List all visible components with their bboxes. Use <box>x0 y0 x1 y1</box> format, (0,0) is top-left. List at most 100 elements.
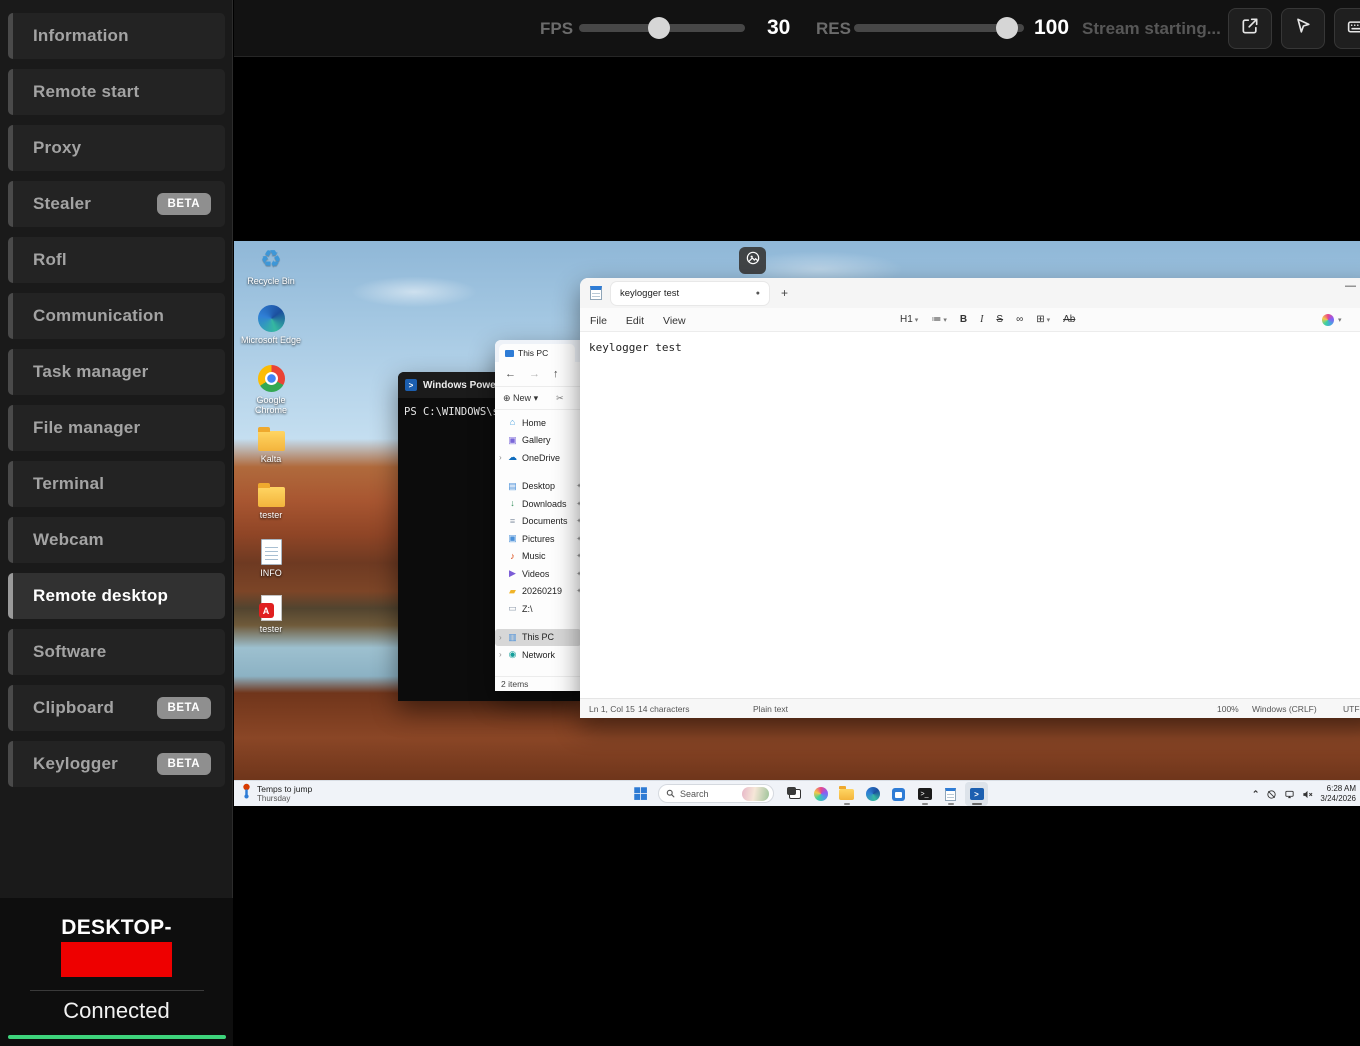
explorer-nav-onedrive[interactable]: ›☁OneDrive <box>495 449 587 467</box>
tray-chevron-up-icon[interactable]: ⌃ <box>1252 789 1260 800</box>
system-tray: ⌃ 6:28 AM 3/24/2026 <box>1252 781 1356 806</box>
new-tab-button[interactable]: + <box>781 286 788 300</box>
link-icon[interactable]: ∞ <box>1016 314 1023 325</box>
taskbar-notepad-button[interactable] <box>939 782 962 806</box>
sidebar-item-software[interactable]: Software <box>8 629 225 675</box>
explorer-nav-20260219[interactable]: ▰20260219✦ <box>495 583 587 601</box>
sidebar-item-file-manager[interactable]: File manager <box>8 405 225 451</box>
explorer-nav-music[interactable]: ♪Music✦ <box>495 548 587 566</box>
bold-icon[interactable]: B <box>960 314 967 325</box>
explorer-nav-label: OneDrive <box>522 453 560 463</box>
desktop-icon-tester[interactable]: tester <box>240 595 302 634</box>
up-icon[interactable]: ↑ <box>553 368 559 380</box>
explorer-nav-desktop[interactable]: ▤Desktop✦ <box>495 478 587 496</box>
start-button[interactable] <box>633 786 648 806</box>
volume-muted-icon[interactable] <box>1302 789 1313 800</box>
sidebar-item-label: Webcam <box>33 530 104 550</box>
zoom-level[interactable]: 100% <box>1217 704 1239 714</box>
explorer-tab-thispc[interactable]: This PC <box>499 344 575 362</box>
taskbar-explorer-button[interactable] <box>835 782 858 806</box>
sidebar-item-stealer[interactable]: StealerBETA <box>8 181 225 227</box>
desktop-icon-kalta[interactable]: Kalta <box>240 425 302 464</box>
clear-format-icon[interactable]: Ab <box>1063 314 1075 325</box>
remote-desktop-stream[interactable]: ♻Recycle Bin Microsoft Edge Google Chrome K… <box>234 241 1360 806</box>
taskbar-app-icons: >_ > <box>783 782 988 806</box>
desktop-icon-info[interactable]: INFO <box>240 539 302 578</box>
strikethrough-icon[interactable]: S <box>996 314 1003 325</box>
fps-value: 30 <box>767 16 790 40</box>
sidebar-item-keylogger[interactable]: KeyloggerBETA <box>8 741 225 787</box>
taskbar-copilot-button[interactable] <box>809 782 832 806</box>
menu-view[interactable]: View <box>663 315 686 327</box>
sidebar-item-task-manager[interactable]: Task manager <box>8 349 225 395</box>
chevron-down-icon: ▾ <box>1338 316 1342 324</box>
explorer-nav-pictures[interactable]: ▣Pictures✦ <box>495 530 587 548</box>
search-placeholder: Search <box>680 789 709 799</box>
desktop-icon-label: Kalta <box>261 454 282 464</box>
italic-icon[interactable]: I <box>980 314 983 325</box>
menu-file[interactable]: File <box>590 315 607 327</box>
sidebar-item-rofl[interactable]: Rofl <box>8 237 225 283</box>
res-slider[interactable] <box>854 24 1024 32</box>
fps-slider-thumb[interactable] <box>648 17 670 39</box>
display-tray-icon[interactable] <box>1284 789 1295 800</box>
videos-icon: ▶ <box>507 569 518 578</box>
taskbar-taskview-button[interactable] <box>783 782 806 806</box>
explorer-nav-documents[interactable]: ≡Documents✦ <box>495 513 587 531</box>
desktop-icon-tester[interactable]: tester <box>240 481 302 520</box>
cursor-control-button[interactable] <box>1281 8 1325 49</box>
chevron-down-icon: ▾ <box>943 317 947 324</box>
explorer-nav-home[interactable]: ⌂Home <box>495 414 587 432</box>
notepad-tabbar[interactable]: keylogger test ● + — <box>580 278 1360 308</box>
heading-icon[interactable]: H1▾ <box>900 314 918 325</box>
sidebar-item-webcam[interactable]: Webcam <box>8 517 225 563</box>
sidebar-item-proxy[interactable]: Proxy <box>8 125 225 171</box>
sidebar-item-clipboard[interactable]: ClipboardBETA <box>8 685 225 731</box>
minimize-icon[interactable]: — <box>1345 280 1356 292</box>
taskbar-clock[interactable]: 6:28 AM 3/24/2026 <box>1320 784 1356 804</box>
powershell-icon: > <box>405 379 417 391</box>
keyboard-control-button[interactable] <box>1334 8 1360 49</box>
stream-toolbar: FPS 30 RES 100 Stream starting... <box>234 0 1360 57</box>
open-in-new-button[interactable] <box>1228 8 1272 49</box>
back-icon[interactable]: ← <box>505 368 516 380</box>
sidebar-item-information[interactable]: Information <box>8 13 225 59</box>
explorer-nav-network[interactable]: ›◉Network <box>495 646 587 664</box>
explorer-nav-gallery[interactable]: ▣Gallery <box>495 432 587 450</box>
list-icon[interactable]: ≔▾ <box>931 314 947 325</box>
forward-icon[interactable]: → <box>529 368 540 380</box>
weather-widget[interactable]: Temps to jump Thursday <box>241 783 312 804</box>
taskbar-store-button[interactable] <box>887 782 910 806</box>
notepad-tab[interactable]: keylogger test ● <box>611 282 769 305</box>
weather-headline: Temps to jump <box>257 784 312 794</box>
cut-icon[interactable]: ✂ <box>556 393 564 404</box>
menu-edit[interactable]: Edit <box>626 315 644 327</box>
open-in-new-icon <box>1240 16 1260 41</box>
res-slider-thumb[interactable] <box>996 17 1018 39</box>
table-icon[interactable]: ⊞▾ <box>1036 314 1050 325</box>
copilot-button[interactable]: ▾ <box>1322 314 1342 326</box>
desktop-icon-google-chrome[interactable]: Google Chrome <box>240 365 302 416</box>
new-button[interactable]: ⊕ New ▾ <box>503 393 538 404</box>
explorer-nav-downloads[interactable]: ↓Downloads✦ <box>495 495 587 513</box>
sidebar-item-label: Information <box>33 26 129 46</box>
taskbar-powershell-button[interactable]: > <box>965 782 988 806</box>
explorer-nav-videos[interactable]: ▶Videos✦ <box>495 565 587 583</box>
sidebar-item-remote-desktop[interactable]: Remote desktop <box>8 573 225 619</box>
sidebar-item-communication[interactable]: Communication <box>8 293 225 339</box>
notepad-editor[interactable]: keylogger test <box>580 332 1360 698</box>
network-disconnected-icon[interactable] <box>1266 789 1277 800</box>
explorer-statusbar: 2 items <box>495 676 587 691</box>
taskbar-search[interactable]: Search <box>658 784 774 803</box>
fps-slider[interactable] <box>579 24 745 32</box>
taskbar-terminal-button[interactable]: >_ <box>913 782 936 806</box>
notepad-menubar: File Edit View H1▾ ≔▾ B I S ∞ ⊞▾ Ab ▾ <box>580 308 1360 332</box>
taskbar-edge-button[interactable] <box>861 782 884 806</box>
sidebar-item-terminal[interactable]: Terminal <box>8 461 225 507</box>
sidebar-item-remote-start[interactable]: Remote start <box>8 69 225 115</box>
sidebar-item-label: Software <box>33 642 106 662</box>
explorer-nav-z[interactable]: ▭Z:\ <box>495 600 587 618</box>
desktop-icon-recycle-bin[interactable]: ♻Recycle Bin <box>240 245 302 286</box>
desktop-icon-microsoft-edge[interactable]: Microsoft Edge <box>240 305 302 345</box>
explorer-nav-this-pc[interactable]: ›▥This PC <box>495 629 581 647</box>
